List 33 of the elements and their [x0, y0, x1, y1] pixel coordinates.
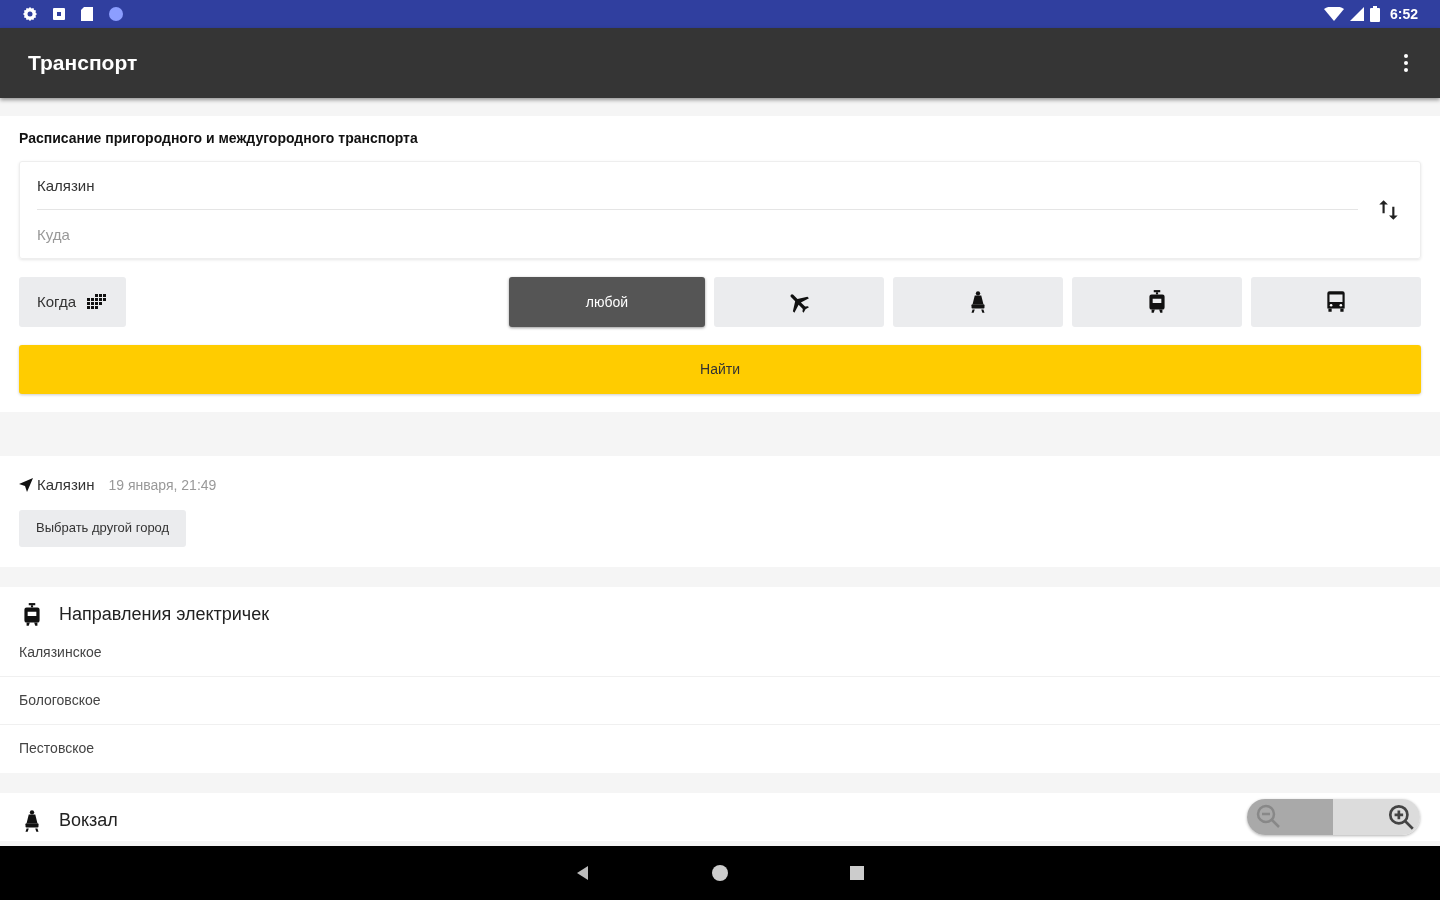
app-title: Транспорт — [28, 50, 138, 77]
card-title: Расписание пригородного и междугородного транспорта — [19, 129, 419, 148]
route-input[interactable]: Калязин Куда — [19, 161, 1421, 259]
direction-item[interactable]: Калязинское — [0, 628, 1440, 677]
find-button[interactable]: Найти — [19, 345, 1421, 394]
status-time: 6:52 — [1389, 4, 1418, 24]
zoom-in-button[interactable] — [1333, 799, 1420, 835]
transport-mode-tab[interactable] — [1072, 277, 1242, 327]
wifi-icon — [1323, 7, 1344, 21]
signal-icon — [1349, 7, 1364, 21]
direction-item[interactable]: Пестовское — [0, 724, 1440, 773]
direction-item[interactable]: Бологовское — [0, 676, 1440, 725]
section-heading: Вокзал — [59, 809, 118, 832]
to-field[interactable]: Куда — [37, 210, 1358, 258]
battery-icon — [1369, 6, 1380, 22]
calendar-grid-icon — [86, 294, 108, 310]
square-icon — [52, 7, 66, 21]
circle-icon — [108, 6, 124, 22]
transport-mode-tab[interactable] — [1251, 277, 1421, 327]
home-icon[interactable] — [711, 864, 729, 882]
back-icon[interactable] — [575, 865, 591, 881]
section-heading: Направления электричек — [59, 603, 270, 626]
recents-icon[interactable] — [849, 865, 865, 881]
sd-card-icon — [80, 6, 94, 22]
gear-icon — [22, 6, 38, 22]
zoom-in-icon — [1386, 802, 1416, 832]
city-name: Калязин — [37, 475, 95, 495]
from-field[interactable]: Калязин — [37, 162, 1358, 210]
change-city-button[interactable]: Выбрать другой город — [19, 509, 187, 547]
when-button[interactable]: Когда — [19, 277, 126, 327]
update-date: 19 января, 21:49 — [108, 475, 217, 495]
transport-mode-tab[interactable]: любой — [509, 277, 705, 327]
location-arrow-icon — [19, 478, 33, 493]
